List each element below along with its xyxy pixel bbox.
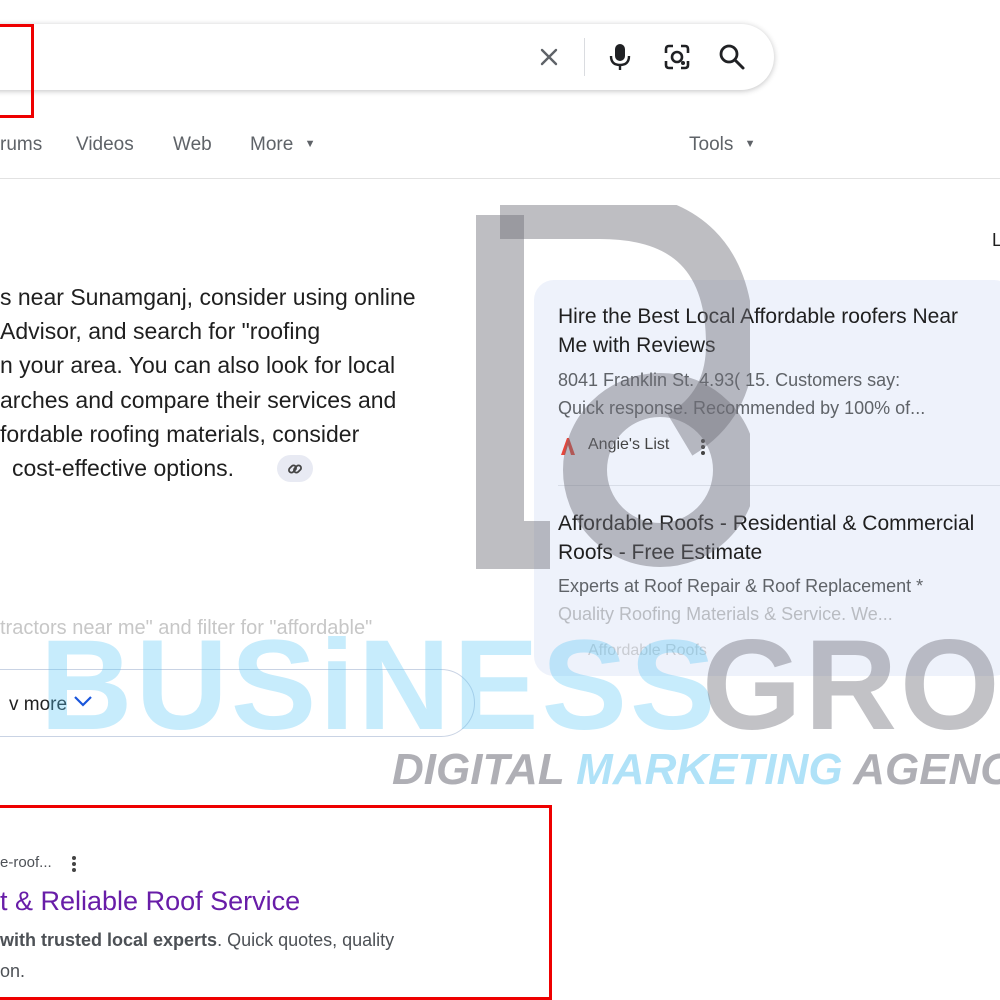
watermark-tag-part: MARKETING [576,745,854,794]
close-icon[interactable] [532,40,566,74]
watermark-tag-part: DIGITAL [392,745,577,794]
tab-web[interactable]: Web [173,134,212,156]
source-card-desc: Quality Roofing Materials & Service. We.… [558,604,893,624]
tab-more-label: More [250,134,294,155]
ai-overview-line: Advisor, and search for "roofing [0,318,321,344]
tabs-divider [0,178,1000,179]
tab-videos[interactable]: Videos [76,134,134,156]
source-card-desc: Experts at Roof Repair & Roof Replacemen… [558,576,924,596]
result-snippet-text: . Quick quotes, quality [217,930,395,950]
watermark-tag-part: AGENC [853,745,1000,794]
source-name[interactable]: Affordable Roofs [588,642,707,660]
ai-overview-line: fordable roofing materials, consider [0,421,360,447]
angies-list-icon [561,438,575,455]
search-divider [584,38,585,76]
sources-panel: Hire the Best Local Affordable roofers N… [534,280,1000,676]
result-snippet: on. [0,961,26,981]
ai-overview-line: s near Sunamganj, consider using online [0,284,416,310]
source-card-desc: 8041 Franklin St. 4.93( 15. Customers sa… [558,370,901,390]
result-url[interactable]: e-roof... [0,854,52,871]
ai-overview-line: n your area. You can also look for local [0,352,396,378]
camera-lens-icon[interactable] [660,40,694,74]
link-icon [288,464,302,473]
more-vert-icon[interactable] [70,854,78,874]
caret-down-icon: ▼ [304,138,316,150]
caret-down-icon: ▼ [744,138,756,150]
show-more-button[interactable]: v more [0,669,475,737]
show-more-label: v more [9,694,68,715]
card-divider [558,485,1000,486]
mic-icon[interactable] [603,40,637,74]
ai-overview-line: cost-effective options. [12,455,235,481]
side-label: L [992,230,1000,250]
tab-more[interactable]: More ▼ [250,134,315,156]
watermark-tagline: DIGITAL MARKETING AGENC [392,745,1000,795]
tools-button[interactable]: Tools ▼ [689,134,756,156]
search-bar[interactable] [0,24,774,90]
tools-label: Tools [689,134,734,155]
search-icon[interactable] [715,40,749,74]
link-chip[interactable] [277,455,313,482]
chevron-down-icon [74,696,92,707]
source-card-title[interactable]: Hire the Best Local Affordable roofers N… [558,302,978,360]
result-snippet: with trusted local experts. Quick quotes… [0,930,394,951]
ai-overview-faded-line: tractors near me" and filter for "afford… [0,617,373,639]
tab-forums[interactable]: rums [0,134,42,156]
highlight-box-search [0,24,34,118]
source-name[interactable]: Angie's List [588,436,669,454]
source-card-desc: Quick response. Recommended by 100% of..… [558,398,926,418]
ai-overview-line: arches and compare their services and [0,387,397,413]
more-vert-icon[interactable] [699,437,707,457]
result-title-link[interactable]: t & Reliable Roof Service [0,886,300,917]
source-card-title[interactable]: Affordable Roofs - Residential & Commerc… [558,509,978,567]
result-snippet-bold: with trusted local experts [0,930,218,950]
